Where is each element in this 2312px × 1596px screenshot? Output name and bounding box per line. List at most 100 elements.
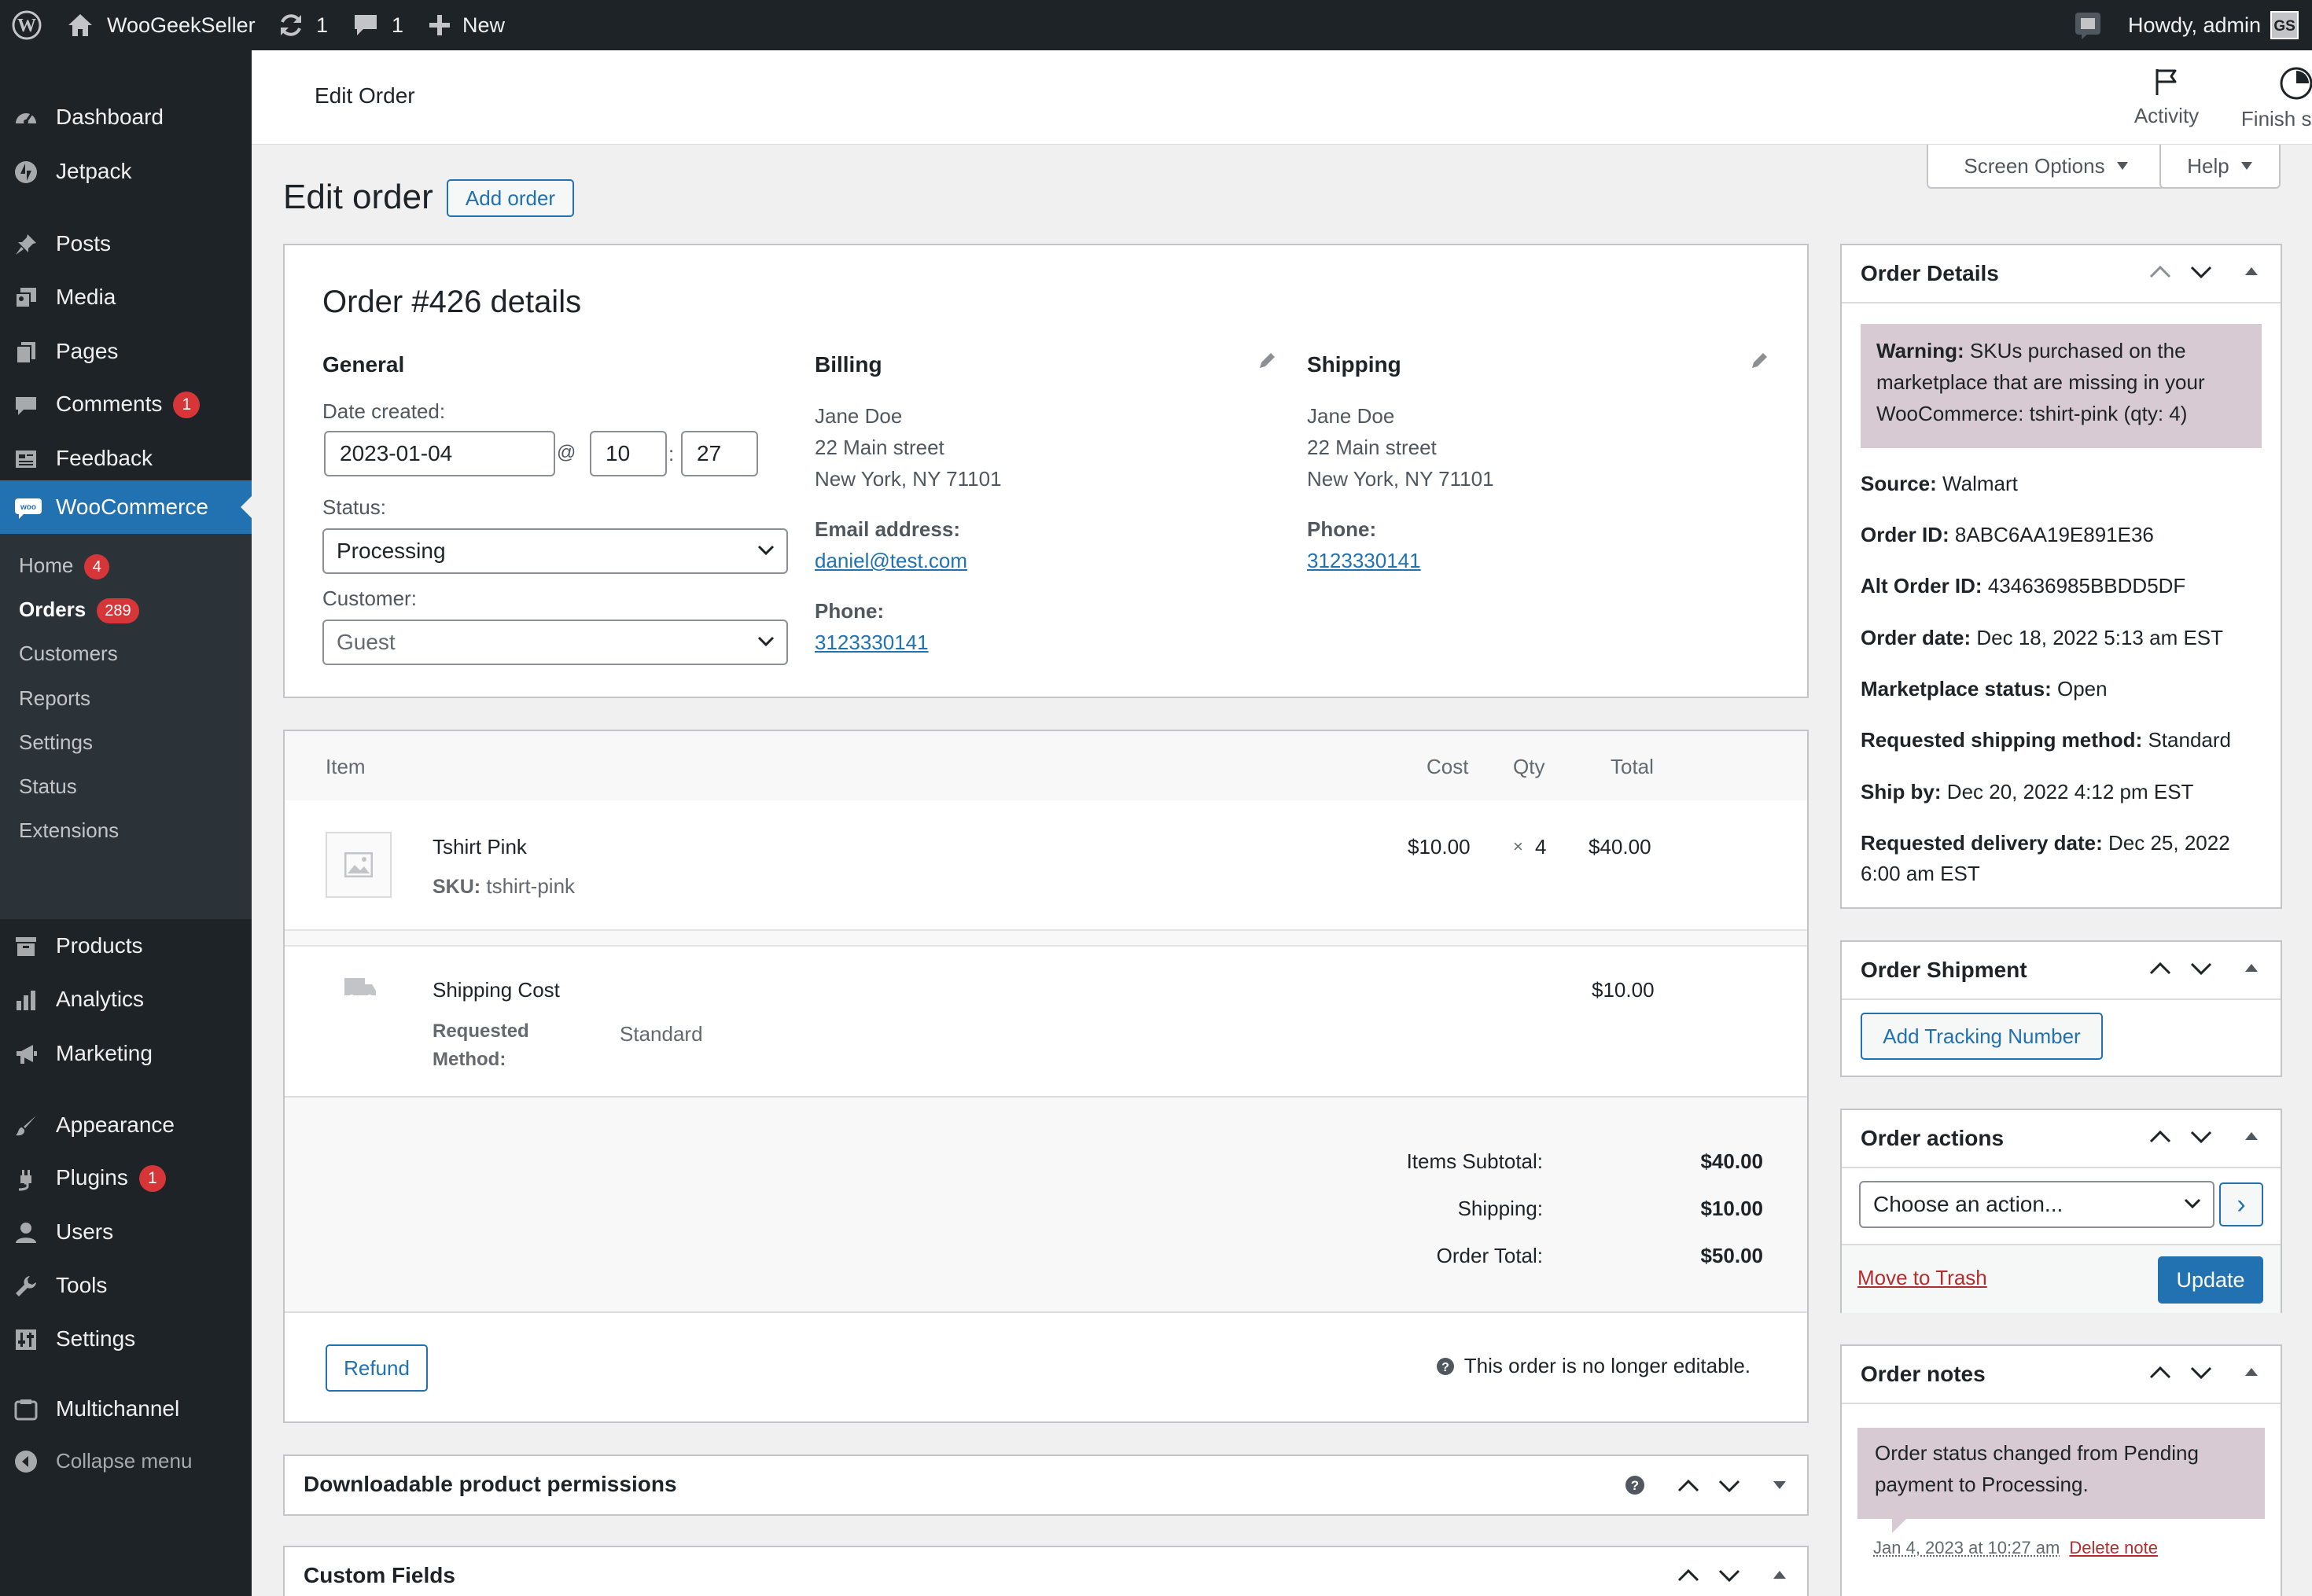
comments-link[interactable]: 1: [352, 0, 403, 50]
sidebar-item-label: Jetpack: [56, 159, 132, 183]
minute-input[interactable]: 27: [681, 431, 758, 476]
move-down-chevron-icon[interactable]: [2189, 1126, 2213, 1148]
avatar: GS: [2270, 11, 2299, 39]
move-down-chevron-icon[interactable]: [2189, 1362, 2213, 1384]
submenu-item-home[interactable]: Home 4: [19, 550, 110, 581]
date-created-input[interactable]: 2023-01-04: [324, 431, 555, 476]
sidebar-item-products[interactable]: Products: [0, 919, 252, 973]
move-up-chevron-icon[interactable]: [2148, 261, 2172, 283]
billing-phone-link[interactable]: 3123330141: [815, 631, 929, 655]
table-row: Shipping Cost Requested Method: Standard…: [285, 945, 1807, 1098]
updates-link[interactable]: 1: [277, 0, 328, 50]
help-button[interactable]: Help: [2159, 145, 2281, 189]
add-order-button[interactable]: Add order: [447, 179, 574, 217]
sidebar-item-settings[interactable]: Settings: [0, 1312, 252, 1366]
plugins-badge: 1: [138, 1165, 166, 1193]
new-content-link[interactable]: New: [428, 0, 505, 50]
sidebar-item-media[interactable]: Media: [0, 270, 252, 324]
move-down-chevron-icon[interactable]: [1717, 1475, 1741, 1497]
shipping-phone-link[interactable]: 3123330141: [1307, 549, 1421, 573]
move-up-chevron-icon[interactable]: [2148, 958, 2172, 980]
help-label: Help: [2187, 153, 2229, 178]
order-items-panel: Item Cost Qty Total Tshirt Pink SKU: tsh…: [283, 730, 1809, 1423]
edit-shipping-pencil-icon[interactable]: [1749, 351, 1769, 371]
update-button[interactable]: Update: [2158, 1256, 2263, 1304]
shipping-street: 22 Main street: [1307, 436, 1437, 459]
toggle-panel-icon[interactable]: [2244, 962, 2259, 973]
notifications-icon[interactable]: [2073, 0, 2103, 50]
site-name-link[interactable]: WooGeekSeller: [66, 0, 256, 50]
delete-note-link[interactable]: Delete note: [2069, 1538, 2158, 1557]
my-account-link[interactable]: Howdy, admin GS: [2128, 0, 2299, 50]
toggle-panel-icon[interactable]: [2244, 266, 2259, 277]
toggle-panel-icon[interactable]: [1773, 1480, 1787, 1491]
collapse-menu-button[interactable]: Collapse menu: [0, 1434, 252, 1488]
status-select[interactable]: Processing: [322, 528, 788, 574]
submenu-item-status[interactable]: Status: [19, 770, 77, 802]
sidebar-item-woocommerce[interactable]: woo WooCommerce: [0, 480, 252, 534]
sidebar-item-posts[interactable]: Posts: [0, 217, 252, 270]
edit-billing-pencil-icon[interactable]: [1257, 351, 1277, 371]
sidebar-item-jetpack[interactable]: Jetpack: [0, 145, 252, 198]
chevron-down-icon: [2183, 1197, 2202, 1210]
finish-setup-button[interactable]: Finish setup: [2233, 50, 2312, 145]
toggle-panel-icon[interactable]: [2244, 1131, 2259, 1142]
sidebar-item-plugins[interactable]: Plugins 1: [0, 1152, 252, 1205]
move-down-chevron-icon[interactable]: [2189, 958, 2213, 980]
customer-label: Customer:: [322, 587, 417, 610]
refund-button[interactable]: Refund: [326, 1344, 428, 1392]
help-circle-icon[interactable]: ?: [1625, 1475, 1645, 1495]
submenu-item-orders[interactable]: Orders 289: [19, 594, 139, 625]
chevron-down-icon: [757, 635, 775, 648]
add-tracking-number-button[interactable]: Add Tracking Number: [1861, 1013, 2103, 1060]
billing-email-link[interactable]: daniel@test.com: [815, 549, 967, 573]
sidebar-item-analytics[interactable]: Analytics: [0, 973, 252, 1026]
sidebar-item-dashboard[interactable]: Dashboard: [0, 90, 252, 144]
custom-fields-panel: Custom Fields: [283, 1546, 1809, 1596]
move-to-trash-link[interactable]: Move to Trash: [1857, 1266, 1987, 1290]
toggle-panel-icon[interactable]: [2244, 1366, 2259, 1377]
sidebar-item-multichannel[interactable]: Multichannel: [0, 1382, 252, 1436]
screen-options-button[interactable]: Screen Options: [1927, 145, 2166, 189]
order-data-panel: Order #426 details General Date created:…: [283, 244, 1809, 698]
move-up-chevron-icon[interactable]: [2148, 1362, 2172, 1384]
svg-text:?: ?: [1631, 1478, 1639, 1493]
sidebar-item-tools[interactable]: Tools: [0, 1259, 252, 1312]
submenu-item-reports[interactable]: Reports: [19, 682, 90, 714]
order-action-select[interactable]: Choose an action...: [1859, 1181, 2214, 1228]
products-icon: [14, 935, 38, 958]
move-down-chevron-icon[interactable]: [1717, 1565, 1741, 1587]
multichannel-icon: [14, 1398, 38, 1421]
sidebar-item-comments[interactable]: Comments 1: [0, 378, 252, 432]
comment-icon: [352, 12, 379, 39]
submenu-item-extensions[interactable]: Extensions: [19, 815, 119, 846]
move-down-chevron-icon[interactable]: [2189, 261, 2213, 283]
shipping-item-name: Shipping Cost: [433, 978, 560, 1002]
activity-label: Activity: [2133, 104, 2200, 127]
date-created-label: Date created:: [322, 399, 446, 423]
submenu-item-settings[interactable]: Settings: [19, 726, 93, 758]
billing-heading: Billing: [815, 352, 882, 377]
admin-bar: W WooGeekSeller 1 1 New Howdy, admin GS: [0, 0, 2312, 50]
sidebar-item-appearance[interactable]: Appearance: [0, 1098, 252, 1152]
sidebar-item-pages[interactable]: Pages: [0, 325, 252, 378]
customer-select[interactable]: Guest: [322, 620, 788, 665]
move-up-chevron-icon[interactable]: [1677, 1565, 1700, 1587]
move-up-chevron-icon[interactable]: [1677, 1475, 1700, 1497]
sidebar-item-marketing[interactable]: Marketing: [0, 1027, 252, 1080]
updates-count: 1: [316, 13, 329, 37]
submenu-item-customers[interactable]: Customers: [19, 638, 118, 669]
move-up-chevron-icon[interactable]: [2148, 1126, 2172, 1148]
activity-button[interactable]: Activity: [2104, 50, 2229, 145]
time-colon: :: [668, 442, 675, 465]
wordpress-logo-icon[interactable]: W: [11, 0, 42, 50]
order-actions-footer: Move to Trash Update: [1842, 1244, 2281, 1313]
comments-count: 1: [392, 13, 404, 37]
requested-method-value: Standard: [620, 1022, 703, 1046]
brush-icon: [14, 1114, 38, 1138]
apply-action-button[interactable]: ›: [2219, 1182, 2263, 1226]
hour-input[interactable]: 10: [590, 431, 667, 476]
sidebar-item-users[interactable]: Users: [0, 1205, 252, 1259]
sidebar-item-feedback[interactable]: Feedback: [0, 432, 252, 485]
toggle-panel-icon[interactable]: [1773, 1569, 1787, 1580]
